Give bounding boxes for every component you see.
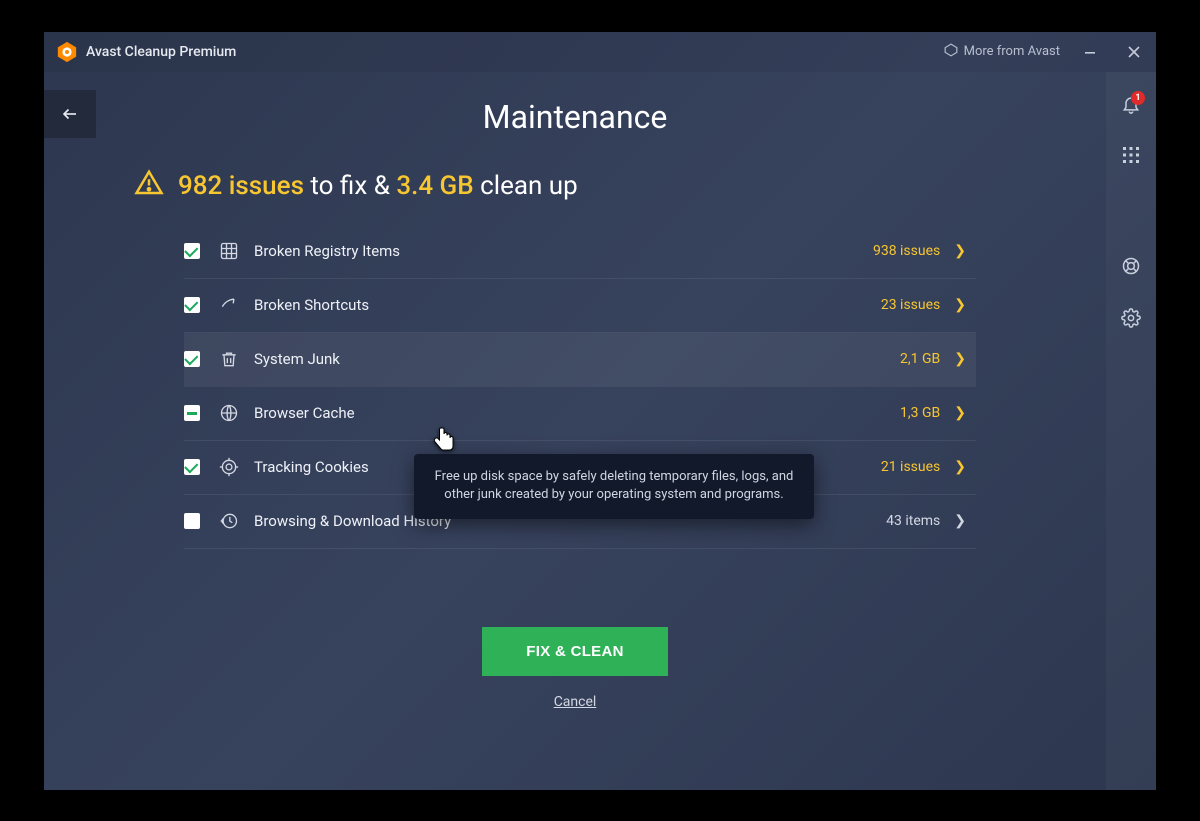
minimize-button[interactable] — [1076, 38, 1104, 66]
app-title: Avast Cleanup Premium — [86, 44, 236, 60]
summary-size: 3.4 GB — [396, 171, 473, 201]
target-icon — [218, 457, 240, 477]
shortcut-icon — [218, 295, 240, 315]
settings-gear-button[interactable] — [1121, 308, 1141, 332]
row-label: Broken Registry Items — [254, 242, 400, 260]
row-label: Broken Shortcuts — [254, 296, 369, 314]
checkbox[interactable] — [184, 405, 200, 421]
row-label: System Junk — [254, 350, 340, 368]
row-broken-shortcuts[interactable]: Broken Shortcuts 23 issues ❯ — [184, 279, 976, 333]
row-value: 43 items — [886, 513, 940, 529]
row-value: 23 issues — [881, 297, 940, 313]
checkbox[interactable] — [184, 351, 200, 367]
page-title: Maintenance — [84, 98, 1066, 136]
chevron-right-icon[interactable]: ❯ — [954, 297, 966, 313]
app-window: Avast Cleanup Premium More from Avast Ma… — [44, 32, 1156, 790]
app-logo: Avast Cleanup Premium — [56, 41, 236, 63]
summary-issues: 982 issues — [178, 171, 304, 201]
notification-badge: 1 — [1131, 91, 1145, 105]
row-system-junk[interactable]: System Junk 2,1 GB ❯ — [184, 333, 976, 387]
tooltip: Free up disk space by safely deleting te… — [414, 454, 814, 520]
warning-icon — [134, 168, 164, 205]
titlebar: Avast Cleanup Premium More from Avast — [44, 32, 1156, 72]
row-value: 2,1 GB — [900, 351, 940, 367]
summary-tail: clean up — [474, 171, 578, 201]
cancel-link[interactable]: Cancel — [554, 694, 597, 710]
fix-clean-button[interactable]: FIX & CLEAN — [482, 627, 667, 676]
close-button[interactable] — [1120, 38, 1148, 66]
row-value: 1,3 GB — [900, 405, 940, 421]
notifications-button[interactable]: 1 — [1121, 94, 1141, 118]
row-value: 938 issues — [873, 243, 940, 259]
checkbox[interactable] — [184, 459, 200, 475]
chevron-right-icon[interactable]: ❯ — [954, 351, 966, 367]
row-label: Browser Cache — [254, 404, 355, 422]
avast-logo-icon — [56, 41, 78, 63]
more-from-avast-link[interactable]: More from Avast — [944, 43, 1060, 61]
checkbox[interactable] — [184, 297, 200, 313]
apps-grid-button[interactable] — [1122, 146, 1140, 168]
row-browser-cache[interactable]: Browser Cache 1,3 GB ❯ — [184, 387, 976, 441]
checkbox[interactable] — [184, 513, 200, 529]
row-label: Tracking Cookies — [254, 458, 369, 476]
summary-line: 982 issues to fix & 3.4 GB clean up — [134, 168, 1066, 205]
chevron-right-icon[interactable]: ❯ — [954, 243, 966, 259]
trash-icon — [218, 349, 240, 369]
row-broken-registry[interactable]: Broken Registry Items 938 issues ❯ — [184, 225, 976, 279]
summary-mid: to fix & — [304, 171, 396, 201]
more-from-avast-label: More from Avast — [964, 44, 1060, 59]
globe-icon — [218, 403, 240, 423]
checkbox[interactable] — [184, 243, 200, 259]
registry-icon — [218, 241, 240, 261]
right-sidebar: 1 — [1106, 72, 1156, 790]
chevron-right-icon[interactable]: ❯ — [954, 459, 966, 475]
pointer-cursor-icon — [432, 426, 456, 458]
back-button[interactable] — [44, 90, 96, 138]
help-lifebuoy-button[interactable] — [1121, 256, 1141, 280]
history-icon — [218, 511, 240, 531]
chevron-right-icon[interactable]: ❯ — [954, 513, 966, 529]
chevron-right-icon[interactable]: ❯ — [954, 405, 966, 421]
row-value: 21 issues — [881, 459, 940, 475]
avast-mini-icon — [944, 43, 958, 61]
